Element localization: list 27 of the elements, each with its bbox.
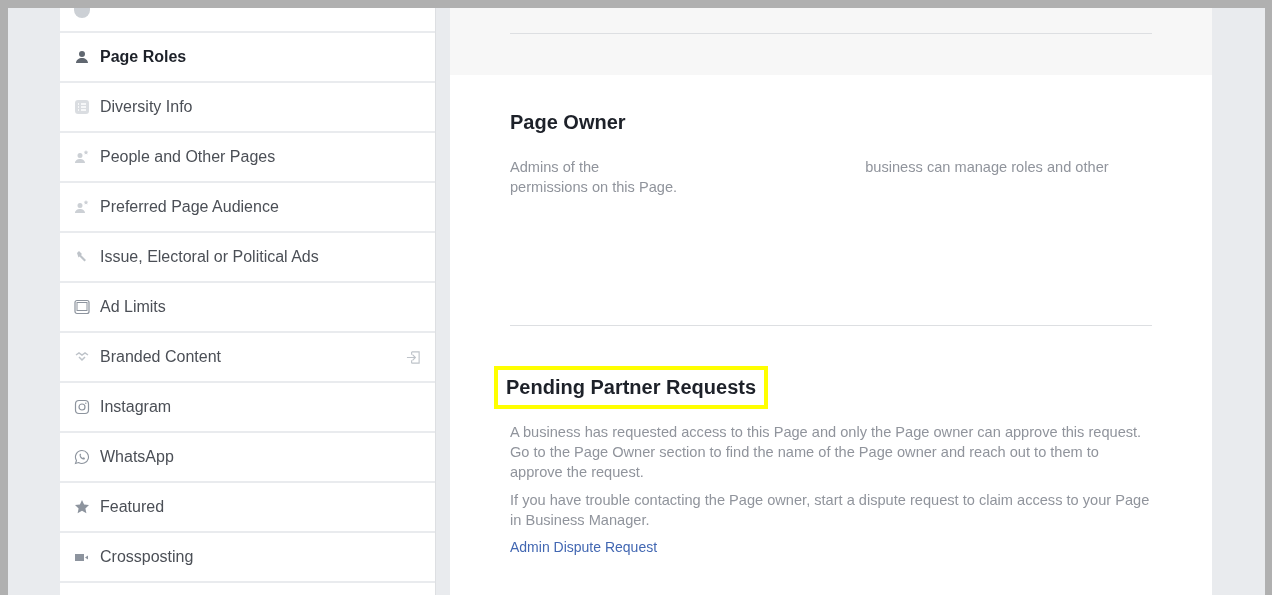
person-star-icon [74,199,90,215]
description-text: business can manage roles and other [865,159,1109,175]
description-text: A business has requested access to this Page and only the Page owner can approve this request. Go to the Page Owner section to find the name of the Page owner and reach out to them to approve the request. [510,423,1143,482]
sidebar-item[interactable]: Crossposting [60,533,435,583]
camera-icon [74,399,90,415]
list-icon [74,99,90,115]
description-text: permissions on this Page. [510,179,678,195]
star-icon [74,499,90,515]
dispute-link[interactable]: Admin Dispute Request [510,539,658,555]
person-icon [74,49,90,65]
person-star-icon [74,149,90,165]
sidebar-item[interactable]: Issue, Electoral or Political Ads [60,233,435,283]
sidebar-item[interactable]: Branded Content [60,333,435,383]
sidebar-item[interactable]: Page Roles [60,33,435,83]
sidebar-item[interactable]: Preferred Page Audience [60,183,435,233]
sidebar-item[interactable]: Ad Limits [60,283,435,333]
section-heading: Page Owner [510,110,626,135]
phone-bubble-icon [74,449,90,465]
sidebar-item[interactable]: WhatsApp [60,433,435,483]
screen-icon [74,299,90,315]
sidebar-item[interactable]: Featured [60,483,435,533]
sidebar-item[interactable]: People and Other Pages [60,133,435,183]
description-text: Admins of the [510,159,600,175]
sidebar-item[interactable]: Diversity Info [60,83,435,133]
exit-icon [406,349,421,365]
description-text: If you have trouble contacting the Page owner, start a dispute request to claim access to your Page in Business Manager. [510,491,1151,530]
sidebar-item[interactable]: Instagram [60,383,435,433]
